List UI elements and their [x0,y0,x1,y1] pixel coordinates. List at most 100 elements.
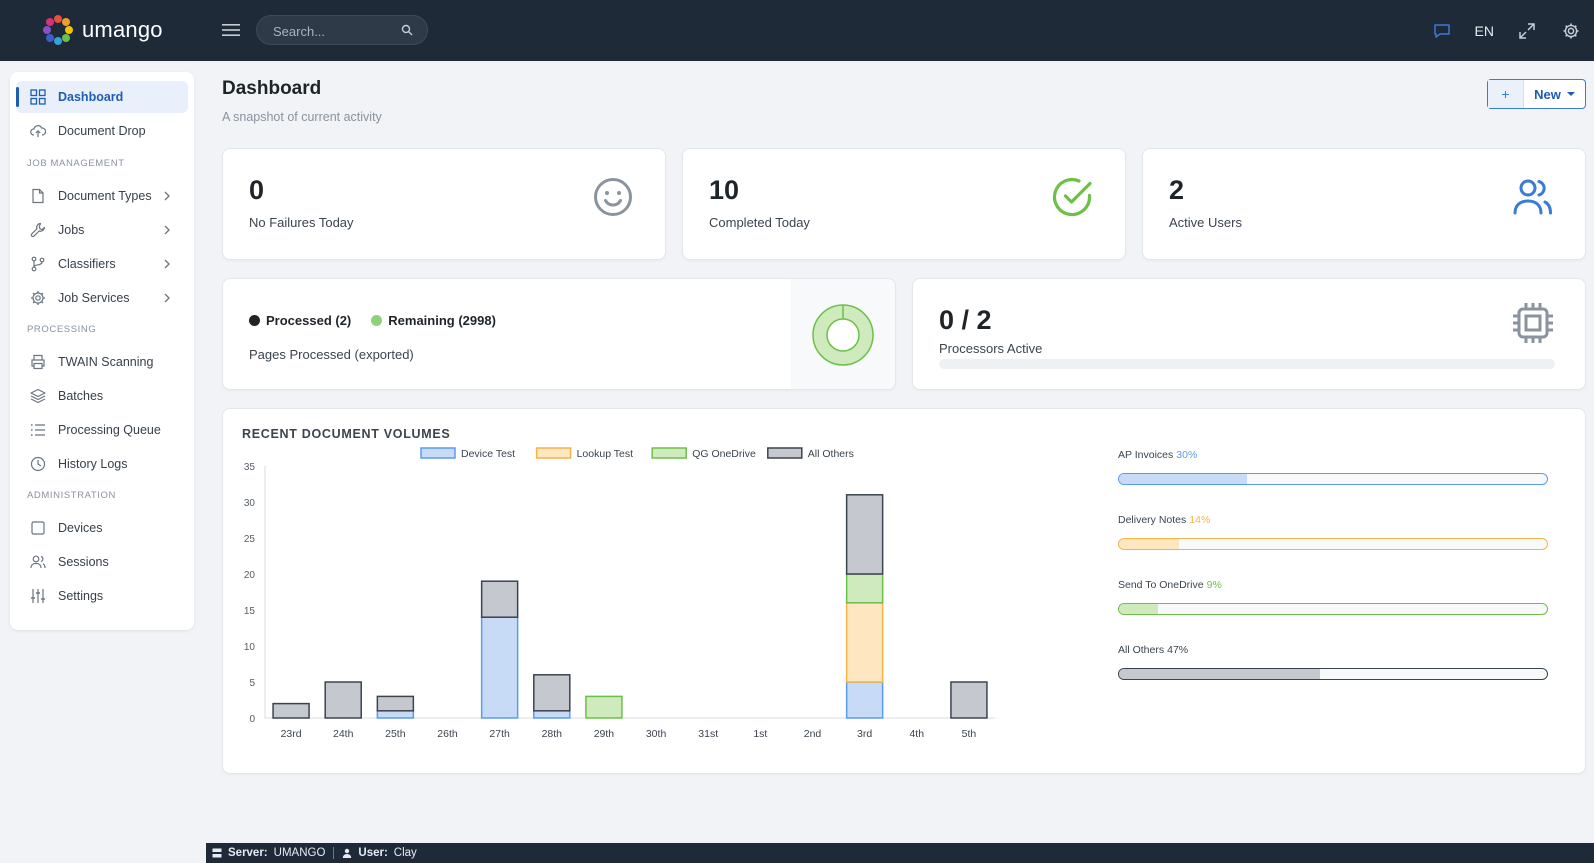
bar-segment [480,580,519,618]
progress-track [1118,473,1548,485]
bar-segment [845,602,884,683]
language-selector[interactable]: EN [1475,23,1494,39]
user-label: User: [358,847,388,859]
progress-fill [1119,539,1179,549]
legend-label: QG OneDrive [692,448,756,460]
logo-icon [43,15,73,45]
processors-card: 0 / 2 Processors Active [912,278,1586,390]
section-label-administration: ADMINISTRATION [27,490,116,501]
smiley-icon [594,178,632,216]
sidebar-item-devices[interactable]: Devices [16,512,188,544]
sidebar-item-label: Processing Queue [58,423,161,437]
user-icon [343,848,352,858]
chevron-right-icon [164,259,170,269]
legend-swatch [420,447,456,459]
sidebar-item-batches[interactable]: Batches [16,380,188,412]
x-tick-label: 25th [385,728,406,740]
section-label-job-management: JOB MANAGEMENT [27,158,125,169]
progress-pct: 9% [1206,579,1222,591]
x-tick-label: 4th [909,728,924,740]
legend-label: Device Test [461,448,515,460]
pages-donut-chart [812,304,874,366]
bar-segment [533,674,571,712]
check-circle-icon [1052,177,1092,217]
sidebar-item-job-services[interactable]: Job Services [16,282,188,314]
settings-button[interactable] [1560,20,1582,42]
sidebar-item-label: Jobs [58,223,85,237]
legend-label: Lookup Test [577,448,634,460]
stat-label: Active Users [1169,215,1242,230]
pages-processed-card: Processed (2) Remaining (2998) Pages Pro… [222,278,896,390]
x-tick-label: 5th [962,728,977,740]
sidebar-item-label: TWAIN Scanning [58,355,154,369]
progress-fill [1119,474,1248,484]
users-icon [1513,179,1552,215]
new-button[interactable]: + New [1487,79,1586,109]
new-button-label: New [1534,86,1561,102]
donut-panel [791,279,895,389]
sidebar-item-history-logs[interactable]: History Logs [16,448,188,480]
x-tick-label: 27th [489,728,510,740]
user-name: Clay [393,847,417,859]
x-tick-label: 3rd [857,728,872,740]
sidebar-item-label: Batches [58,389,104,403]
server-icon [212,848,222,858]
bar-segment [845,681,884,719]
progress-track [1118,603,1548,615]
section-label-processing: PROCESSING [27,324,97,335]
sidebar-item-processing-queue[interactable]: Processing Queue [16,414,188,446]
progress-fill [1119,669,1321,679]
new-dropdown[interactable]: New [1524,80,1585,108]
progress-name: All Others [1118,644,1165,656]
progress-name: Delivery Notes [1118,514,1187,526]
sidebar-item-label: Document Drop [58,124,146,138]
plus-icon[interactable]: + [1488,80,1524,108]
processors-value: 0 / 2 [939,305,992,335]
bar-segment [324,681,362,719]
app-logo[interactable]: umango [40,12,163,48]
legend-swatch [651,447,687,459]
dashboard-grid-icon [30,89,46,105]
progress-delivery-notes: Delivery Notes 14% [1118,514,1548,550]
fullscreen-button[interactable] [1516,20,1538,42]
search-box [256,15,428,45]
document-icon [32,188,44,204]
sidebar-item-document-drop[interactable]: Document Drop [16,115,188,147]
progress-ap-invoices: AP Invoices 30% [1118,449,1548,485]
x-tick-label: 26th [437,728,458,740]
recent-volumes-card: RECENT DOCUMENT VOLUMES 0 5 10 15 20 25 30 35 De… [222,408,1586,774]
sidebar-item-settings[interactable]: Settings [16,580,188,612]
stat-card-completed: 10 Completed Today [682,148,1126,260]
progress-name: AP Invoices [1118,449,1174,461]
page-subtitle: A snapshot of current activity [222,110,382,124]
sidebar-item-twain-scanning[interactable]: TWAIN Scanning [16,346,188,378]
menu-icon[interactable] [221,20,241,40]
sidebar-item-label: Classifiers [58,257,116,271]
branch-icon [31,256,45,272]
sidebar-item-classifiers[interactable]: Classifiers [16,248,188,280]
sidebar-item-label: History Logs [58,457,128,471]
y-tick-label: 35 [244,462,256,473]
sidebar-item-sessions[interactable]: Sessions [16,546,188,578]
progress-track [1118,538,1548,550]
search-input[interactable] [273,22,393,40]
status-footer: Server: UMANGO User: Clay [206,843,1594,863]
x-tick-label: 24th [333,728,354,740]
chevron-right-icon [164,293,170,303]
processors-progress-bar [939,359,1555,369]
search-icon[interactable] [401,24,413,36]
x-tick-label: 23rd [281,728,302,740]
y-tick-label: 0 [249,714,255,725]
x-tick-label: 31st [698,728,718,740]
users-icon [30,555,46,569]
x-tick-label: 1st [753,728,767,740]
chat-button[interactable] [1431,20,1453,42]
bar-segment [272,702,310,719]
y-tick-label: 10 [244,642,256,653]
y-tick-label: 25 [244,534,256,545]
bar-segment [376,695,415,712]
legend-swatch [767,447,803,459]
sidebar-item-document-types[interactable]: Document Types [16,180,188,212]
sidebar-item-dashboard[interactable]: Dashboard [16,81,188,113]
sidebar-item-jobs[interactable]: Jobs [16,214,188,246]
